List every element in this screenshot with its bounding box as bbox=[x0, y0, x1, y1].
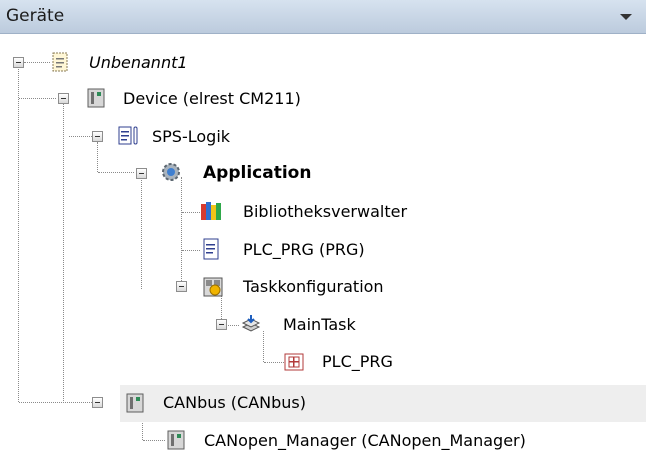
device-icon bbox=[126, 393, 144, 413]
library-manager-label: Bibliotheksverwalter bbox=[243, 202, 408, 221]
collapse-toggle[interactable] bbox=[176, 281, 187, 292]
task-stack-icon bbox=[241, 315, 261, 332]
project-file-icon bbox=[52, 52, 68, 72]
plc-logic-label: SPS-Logik bbox=[152, 127, 231, 146]
tree-node-canbus[interactable]: CANbus (CANbus) bbox=[0, 385, 646, 422]
tree-node-application[interactable]: Application bbox=[0, 155, 646, 192]
tree-node-library-manager[interactable]: Bibliotheksverwalter bbox=[0, 193, 646, 230]
tree-node-project[interactable]: Unbenannt1 bbox=[0, 44, 646, 81]
collapse-toggle[interactable] bbox=[136, 168, 147, 179]
gear-icon bbox=[162, 163, 180, 181]
task-config-label: Taskkonfiguration bbox=[243, 277, 384, 296]
canbus-label: CANbus (CANbus) bbox=[163, 393, 307, 412]
application-label: Application bbox=[203, 163, 312, 183]
tree-node-device[interactable]: Device (elrest CM211) bbox=[0, 80, 646, 117]
collapse-toggle[interactable] bbox=[58, 93, 69, 104]
devices-panel-header: Geräte bbox=[0, 0, 646, 34]
plc-prg-call-label: PLC_PRG bbox=[322, 352, 393, 371]
tree-node-task-config[interactable]: Taskkonfiguration bbox=[0, 269, 646, 306]
device-tree: Unbenannt1 Device (elrest CM211) SPS-Log… bbox=[0, 36, 646, 458]
collapse-toggle[interactable] bbox=[13, 57, 24, 68]
chevron-down-icon[interactable] bbox=[620, 14, 632, 20]
plc-prg-label: PLC_PRG (PRG) bbox=[243, 240, 365, 259]
collapse-toggle[interactable] bbox=[92, 397, 103, 408]
collapse-toggle[interactable] bbox=[216, 319, 227, 330]
device-icon bbox=[87, 88, 105, 108]
program-document-icon bbox=[203, 238, 219, 260]
main-task-label: MainTask bbox=[283, 315, 356, 334]
tree-node-plc-prg[interactable]: PLC_PRG (PRG) bbox=[0, 231, 646, 268]
tree-node-plc-logic[interactable]: SPS-Logik bbox=[0, 118, 646, 155]
device-label: Device (elrest CM211) bbox=[123, 89, 301, 108]
project-label: Unbenannt1 bbox=[89, 53, 188, 72]
canopen-manager-label: CANopen_Manager (CANopen_Manager) bbox=[204, 431, 526, 450]
tree-node-plc-prg-call[interactable]: PLC_PRG bbox=[0, 343, 646, 380]
panel-title: Geräte bbox=[6, 6, 65, 26]
plc-logic-icon bbox=[118, 126, 138, 145]
tree-node-canopen-manager[interactable]: CANopen_Manager (CANopen_Manager) bbox=[0, 422, 646, 459]
task-config-icon bbox=[203, 277, 223, 297]
program-call-icon bbox=[284, 353, 304, 371]
library-books-icon bbox=[201, 202, 221, 220]
device-icon bbox=[167, 430, 185, 450]
tree-node-main-task[interactable]: MainTask bbox=[0, 306, 646, 343]
collapse-toggle[interactable] bbox=[92, 131, 103, 142]
